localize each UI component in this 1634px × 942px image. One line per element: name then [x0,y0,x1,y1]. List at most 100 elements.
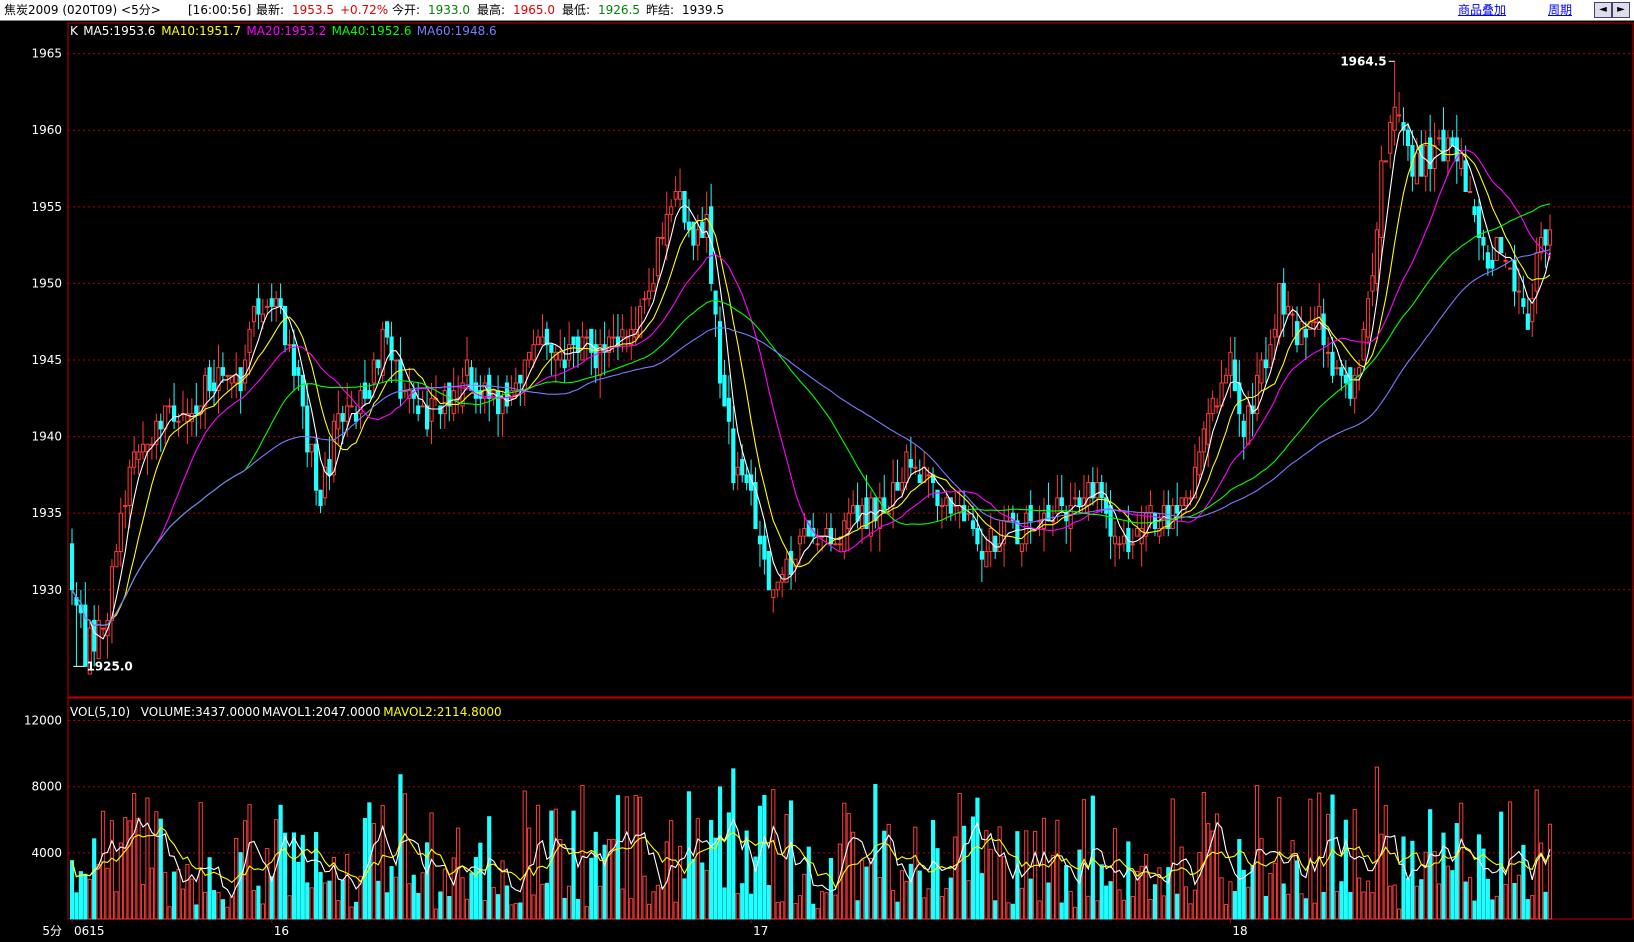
volume-bar [646,903,652,920]
candle-up [100,627,106,630]
candle-down [682,191,687,223]
candle-down [993,535,998,552]
volume-bar [1104,885,1109,920]
candle-up [939,505,945,508]
candle-down [1241,420,1246,438]
candle-down [389,336,394,361]
volume-bar [287,895,292,920]
candle-up [660,236,665,239]
candle-up [287,344,292,347]
volume-bar [771,789,776,920]
volume-bar [1095,900,1100,920]
volume-bar [429,812,434,920]
volume-bar [1516,874,1522,920]
candle-up [1299,321,1304,346]
candle-down [385,321,390,338]
volume-bar [105,867,110,920]
instrument-title: 焦炭2009 (020T09) <5分> [4,3,161,17]
candle-down [291,344,297,376]
candle-up [1179,497,1184,507]
volume-bar [1121,899,1127,920]
candle-down [1525,313,1530,330]
volume-bar [185,864,190,920]
candle-up [163,405,168,430]
volume-bar [1468,876,1473,920]
candle-up [1135,528,1140,537]
volume-bar [487,816,492,920]
volume-bar [1490,899,1495,920]
candle-up [1130,543,1135,546]
volume-bar [1294,860,1300,920]
candle-down [1521,298,1526,307]
candle-up [851,505,856,514]
volume-bar [1419,879,1424,920]
volume-bar [176,868,181,920]
candle-up [336,413,341,430]
volume-bar [1210,830,1215,920]
volume-bar [340,879,345,920]
volume-bar [544,882,550,920]
candle-up [638,305,643,338]
candle-up [944,497,949,507]
volume-bar [593,831,598,920]
candle-up [695,229,700,246]
candle-up [1383,160,1388,163]
candle-up [802,528,807,537]
volume-bar [171,871,177,920]
candle-down [1339,367,1344,376]
candle-up [837,543,842,546]
volume-bar [251,890,257,920]
volume-bar [269,876,274,920]
zoom-in-icon[interactable]: ► [1612,2,1630,18]
price-legend-item: MA10:1951.7 [161,24,241,38]
volume-bar [775,902,780,920]
volume-bar [598,885,603,920]
volume-bar [1525,899,1530,920]
period-label: 5分 [42,924,62,938]
volume-bar [748,893,754,920]
candle-down [1099,482,1104,499]
volume-bar [1037,900,1042,920]
candle-up [225,374,230,377]
volume-bar [140,884,146,920]
volume-bar [722,887,727,920]
candle-up [203,374,208,407]
volume-bar [1299,893,1304,920]
volume-bar [300,834,305,920]
candle-up [1388,122,1393,154]
candle-down [69,543,75,591]
candle-down [171,405,177,422]
candle-down [495,390,501,415]
volume-bar [87,878,92,920]
volume-bar [1028,878,1033,920]
volume-bar [1099,864,1104,920]
volume-bar [851,831,856,920]
volume-bar [886,823,891,920]
volume-bar [336,900,341,920]
candle-up [771,589,776,598]
candle-up [251,305,257,323]
min-price-label: 1925.0 [86,659,132,673]
legends: K MA5:1953.6 MA10:1951.7 MA20:1953.2 MA40:19… [70,24,502,719]
volume-bar [1024,830,1029,920]
candle-down [1175,505,1180,514]
candle-down [438,405,443,415]
volume-bar [460,877,465,920]
zoom-out-icon[interactable]: ◄ [1594,2,1612,18]
candle-down [744,474,749,484]
overlay-commodity-link[interactable]: 商品叠加 [1458,0,1506,20]
candle-up [540,336,545,346]
kline-chart[interactable]: 1964.5 1925.0 1930 1935 1940 1945 1950 1955 196… [0,21,1634,942]
candle-up [1223,374,1229,384]
volume-bar [824,892,829,920]
candle-up [1277,282,1282,338]
period-link[interactable]: 周期 [1548,0,1572,20]
volume-bar [1188,903,1193,920]
volume-bar [740,883,745,920]
volume-bar [136,817,141,920]
low-value: 1926.5 [598,3,640,17]
volume-bar [855,900,860,920]
x-tick-label: 16 [274,924,289,938]
candle-down [296,367,301,376]
volume-bar [1175,893,1180,920]
